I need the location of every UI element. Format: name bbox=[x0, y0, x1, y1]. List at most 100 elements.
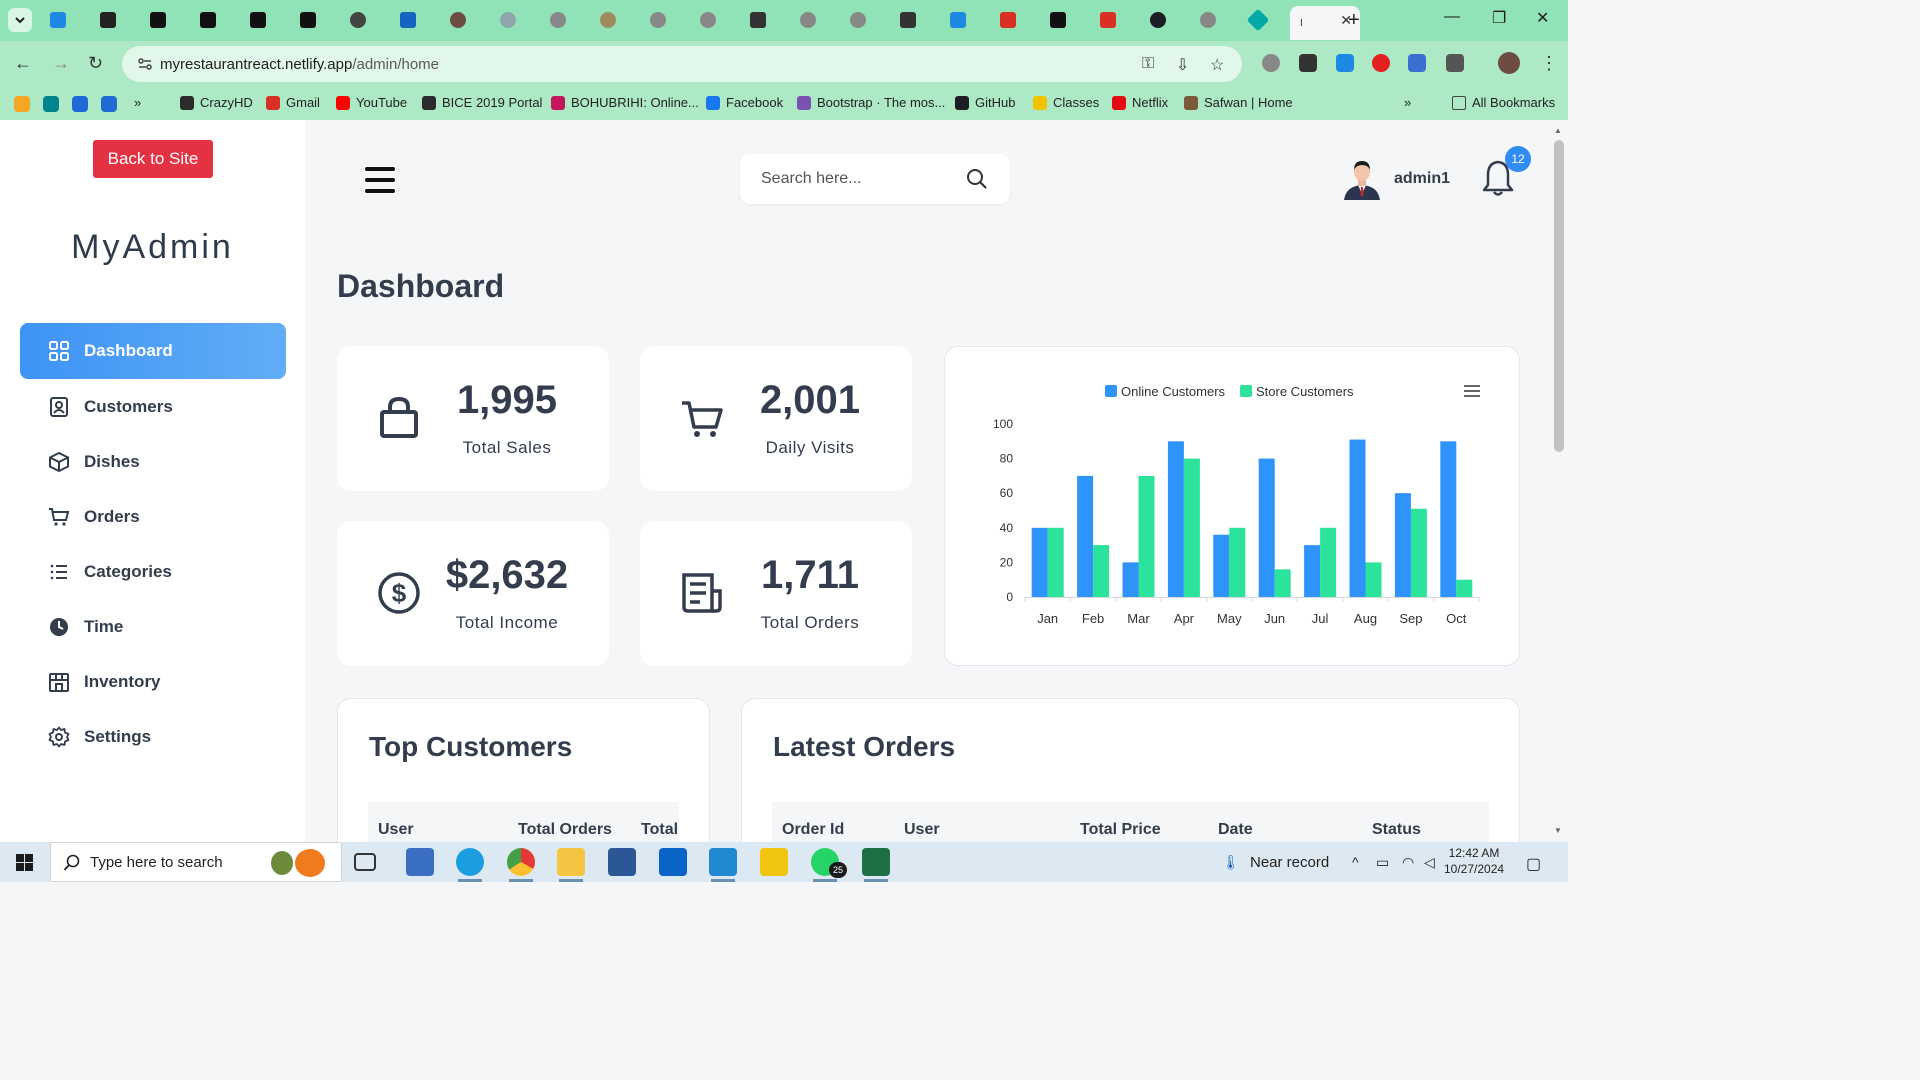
eyedropper-icon[interactable] bbox=[1299, 54, 1317, 72]
battery-icon[interactable]: ▭ bbox=[1376, 854, 1389, 871]
sidebar-item-time[interactable]: Time bbox=[20, 599, 286, 654]
react-devtools-icon[interactable] bbox=[1336, 54, 1354, 72]
app-icon[interactable] bbox=[760, 848, 788, 876]
tab[interactable] bbox=[1140, 6, 1190, 34]
profile-avatar[interactable] bbox=[1498, 52, 1520, 74]
vscode-icon[interactable] bbox=[709, 848, 737, 882]
bookmarks-overflow-icon[interactable]: » bbox=[134, 95, 141, 110]
tab[interactable] bbox=[340, 6, 390, 34]
back-to-site-button[interactable]: Back to Site bbox=[93, 140, 213, 178]
extension-r-icon[interactable] bbox=[1408, 54, 1426, 72]
star-icon[interactable]: ☆ bbox=[1210, 55, 1224, 75]
tab[interactable] bbox=[190, 6, 240, 34]
sidebar-item-categories[interactable]: Categories bbox=[20, 544, 286, 599]
tab[interactable] bbox=[690, 6, 740, 34]
stat-card-total-sales[interactable]: 1,995 Total Sales bbox=[337, 346, 609, 491]
bookmark-item[interactable]: Facebook bbox=[706, 95, 783, 110]
bookmark-item[interactable]: BOHUBRIHI: Online... bbox=[551, 95, 699, 110]
tab[interactable] bbox=[1040, 6, 1090, 34]
tab-search-button[interactable] bbox=[8, 8, 32, 32]
tab[interactable] bbox=[40, 6, 90, 34]
stat-card-total-income[interactable]: $ $2,632 Total Income bbox=[337, 521, 609, 666]
edge-icon[interactable] bbox=[456, 848, 484, 882]
bookmark-app-icon[interactable] bbox=[101, 96, 117, 112]
task-view-icon[interactable] bbox=[354, 853, 376, 871]
windows-start-icon[interactable] bbox=[16, 854, 33, 871]
new-tab-button[interactable]: + bbox=[1348, 9, 1360, 32]
tab[interactable] bbox=[140, 6, 190, 34]
bookmark-app-icon[interactable] bbox=[43, 96, 59, 112]
address-bar[interactable]: myrestaurantreact.netlify.app/admin/home… bbox=[122, 46, 1242, 82]
tab[interactable] bbox=[740, 6, 790, 34]
sidebar-item-dishes[interactable]: Dishes bbox=[20, 434, 286, 489]
notification-center-icon[interactable]: ▢ bbox=[1526, 854, 1541, 874]
bookmark-item[interactable]: Bootstrap · The mos... bbox=[797, 95, 945, 110]
back-arrow-icon[interactable]: ← bbox=[14, 53, 32, 74]
user-menu[interactable]: admin1 bbox=[1342, 158, 1450, 200]
chart-menu-icon[interactable] bbox=[1464, 385, 1480, 397]
bookmark-app-icon[interactable] bbox=[14, 96, 30, 112]
bookmark-app-icon[interactable] bbox=[72, 96, 88, 112]
tab[interactable] bbox=[840, 6, 890, 34]
tray-chevron-icon[interactable]: ^ bbox=[1352, 854, 1359, 870]
extension-icon[interactable] bbox=[1262, 54, 1280, 72]
menu-dots-icon[interactable]: ⋮ bbox=[1540, 53, 1558, 74]
tab[interactable] bbox=[940, 6, 990, 34]
stat-card-total-orders[interactable]: 1,711 Total Orders bbox=[640, 521, 912, 666]
bookmark-item[interactable]: BICE 2019 Portal bbox=[422, 95, 542, 110]
tab[interactable] bbox=[890, 6, 940, 34]
weather-text[interactable]: Near record bbox=[1250, 854, 1329, 871]
bookmark-item[interactable]: Gmail bbox=[266, 95, 320, 110]
taskbar-search[interactable]: Type here to search bbox=[50, 842, 342, 882]
page-scrollbar[interactable]: ▲ ▼ bbox=[1550, 120, 1568, 842]
app-icon[interactable] bbox=[406, 848, 434, 876]
bookmark-item[interactable]: Netflix bbox=[1112, 95, 1168, 110]
tab[interactable] bbox=[290, 6, 340, 34]
install-app-icon[interactable]: ⇩ bbox=[1176, 55, 1189, 75]
sidebar-item-dashboard[interactable]: Dashboard bbox=[20, 323, 286, 379]
tab[interactable] bbox=[790, 6, 840, 34]
site-info-icon[interactable] bbox=[136, 55, 154, 73]
forward-arrow-icon[interactable]: → bbox=[52, 53, 70, 74]
sidebar-item-inventory[interactable]: Inventory bbox=[20, 654, 286, 709]
puzzle-icon[interactable] bbox=[1446, 54, 1464, 72]
search-icon[interactable] bbox=[966, 168, 988, 190]
tab[interactable] bbox=[1190, 6, 1240, 34]
tab[interactable] bbox=[1240, 6, 1290, 34]
menu-toggle-icon[interactable] bbox=[365, 167, 395, 193]
tab[interactable] bbox=[490, 6, 540, 34]
tab[interactable] bbox=[590, 6, 640, 34]
tab[interactable] bbox=[1090, 6, 1140, 34]
close-window-icon[interactable]: ✕ bbox=[1536, 8, 1549, 28]
bookmark-item[interactable]: CrazyHD bbox=[180, 95, 253, 110]
sidebar-item-settings[interactable]: Settings bbox=[20, 709, 286, 764]
bookmark-item[interactable]: Classes bbox=[1033, 95, 1099, 110]
bookmarks-chevron-icon[interactable]: » bbox=[1404, 95, 1411, 110]
bookmark-item[interactable]: Safwan | Home bbox=[1184, 95, 1293, 110]
store-icon[interactable] bbox=[608, 848, 636, 876]
sidebar-item-orders[interactable]: Orders bbox=[20, 489, 286, 544]
restore-icon[interactable]: ❐ bbox=[1492, 8, 1506, 28]
key-icon[interactable]: ⚿ bbox=[1142, 55, 1154, 73]
opera-icon[interactable] bbox=[1372, 54, 1390, 72]
tab[interactable] bbox=[540, 6, 590, 34]
scroll-down-icon[interactable]: ▼ bbox=[1554, 826, 1562, 835]
all-bookmarks[interactable]: All Bookmarks bbox=[1452, 95, 1555, 110]
tab[interactable] bbox=[390, 6, 440, 34]
stat-card-daily-visits[interactable]: 2,001 Daily Visits bbox=[640, 346, 912, 491]
tab[interactable] bbox=[240, 6, 290, 34]
reload-icon[interactable]: ↻ bbox=[88, 53, 103, 74]
minimize-icon[interactable]: — bbox=[1444, 8, 1460, 26]
excel-icon[interactable] bbox=[862, 848, 890, 882]
tab[interactable] bbox=[440, 6, 490, 34]
bookmark-item[interactable]: GitHub bbox=[955, 95, 1015, 110]
scroll-thumb[interactable] bbox=[1554, 140, 1564, 452]
chrome-icon[interactable] bbox=[507, 848, 535, 882]
file-explorer-icon[interactable] bbox=[557, 848, 585, 882]
tab[interactable] bbox=[990, 6, 1040, 34]
system-clock[interactable]: 12:42 AM 10/27/2024 bbox=[1444, 845, 1504, 877]
wifi-icon[interactable]: ◠ bbox=[1402, 854, 1414, 871]
scroll-up-icon[interactable]: ▲ bbox=[1554, 126, 1562, 135]
sidebar-item-customers[interactable]: Customers bbox=[20, 379, 286, 434]
outlook-icon[interactable] bbox=[659, 848, 687, 876]
